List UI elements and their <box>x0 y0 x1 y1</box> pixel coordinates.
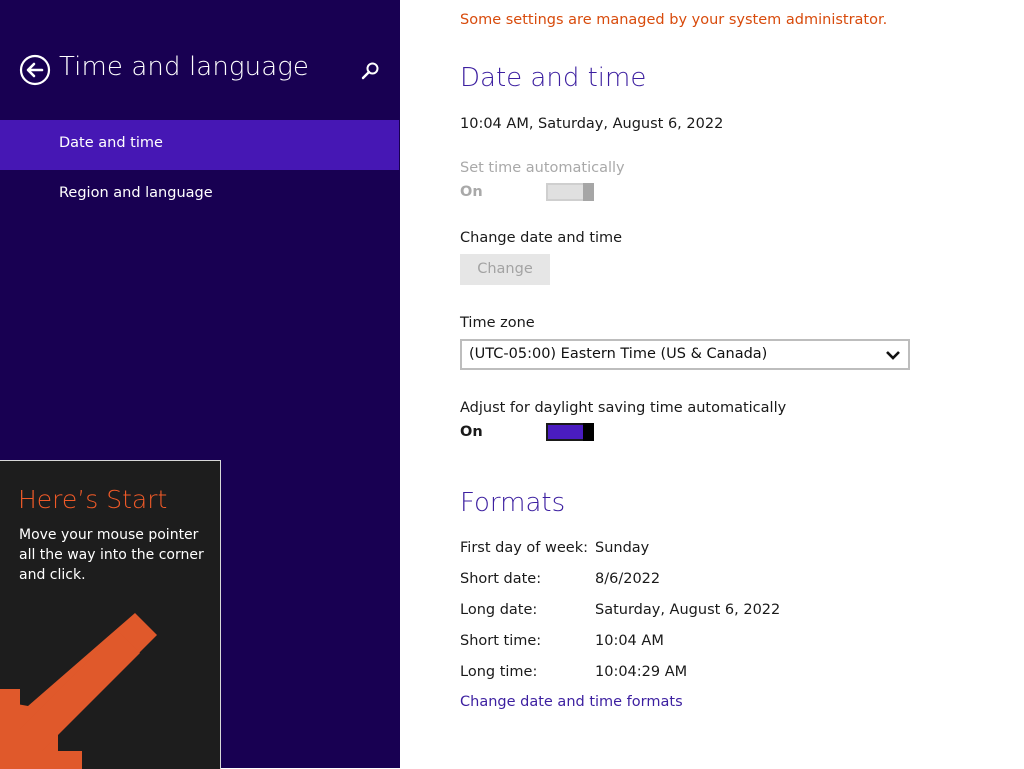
arrow-down-left-icon <box>0 613 157 769</box>
back-button[interactable] <box>19 54 51 86</box>
nav-item-date-and-time[interactable]: Date and time <box>0 120 399 170</box>
format-label-short-date: Short date: <box>460 571 542 587</box>
chevron-down-icon <box>886 351 900 360</box>
dst-label: Adjust for daylight saving time automati… <box>460 400 787 416</box>
toggle-thumb <box>583 423 594 441</box>
start-tip-body: Move your mouse pointer all the way into… <box>19 527 204 583</box>
format-value-short-date: 8/6/2022 <box>595 571 661 587</box>
formats-heading: Formats <box>460 488 566 518</box>
format-value-first-day: Sunday <box>595 540 650 556</box>
format-label-long-time: Long time: <box>460 664 538 680</box>
format-value-long-time: 10:04:29 AM <box>595 664 688 680</box>
current-date-time: 10:04 AM, Saturday, August 6, 2022 <box>460 116 724 132</box>
format-label-long-date: Long date: <box>460 602 538 618</box>
format-label-first-day: First day of week: <box>460 540 588 556</box>
set-time-auto-label: Set time automatically <box>460 160 625 176</box>
dst-toggle[interactable] <box>546 423 594 441</box>
set-time-auto-state: On <box>460 184 483 200</box>
format-label-short-time: Short time: <box>460 633 542 649</box>
toggle-thumb <box>583 183 594 201</box>
nav-item-label: Region and language <box>59 185 213 201</box>
change-formats-link[interactable]: Change date and time formats <box>460 694 683 710</box>
back-arrow-icon <box>19 54 51 86</box>
time-zone-label: Time zone <box>460 315 535 331</box>
format-value-long-date: Saturday, August 6, 2022 <box>595 602 781 618</box>
time-zone-select[interactable]: (UTC-05:00) Eastern Time (US & Canada) <box>460 339 910 370</box>
dst-state: On <box>460 424 483 440</box>
search-button[interactable] <box>360 60 382 82</box>
change-date-time-label: Change date and time <box>460 230 623 246</box>
search-icon <box>361 62 379 80</box>
page-title: Time and language <box>59 52 310 82</box>
start-tip-popup: Here’s Start Move your mouse pointer all… <box>0 460 221 769</box>
change-button[interactable]: Change <box>460 254 550 285</box>
set-time-auto-toggle[interactable] <box>546 183 594 201</box>
admin-notice: Some settings are managed by your system… <box>460 12 888 28</box>
time-zone-value: (UTC-05:00) Eastern Time (US & Canada) <box>469 346 768 362</box>
start-tip-title: Here’s Start <box>18 485 168 514</box>
nav-item-region-and-language[interactable]: Region and language <box>0 170 399 220</box>
format-value-short-time: 10:04 AM <box>595 633 664 649</box>
nav-item-label: Date and time <box>59 135 163 151</box>
date-time-heading: Date and time <box>460 63 647 93</box>
